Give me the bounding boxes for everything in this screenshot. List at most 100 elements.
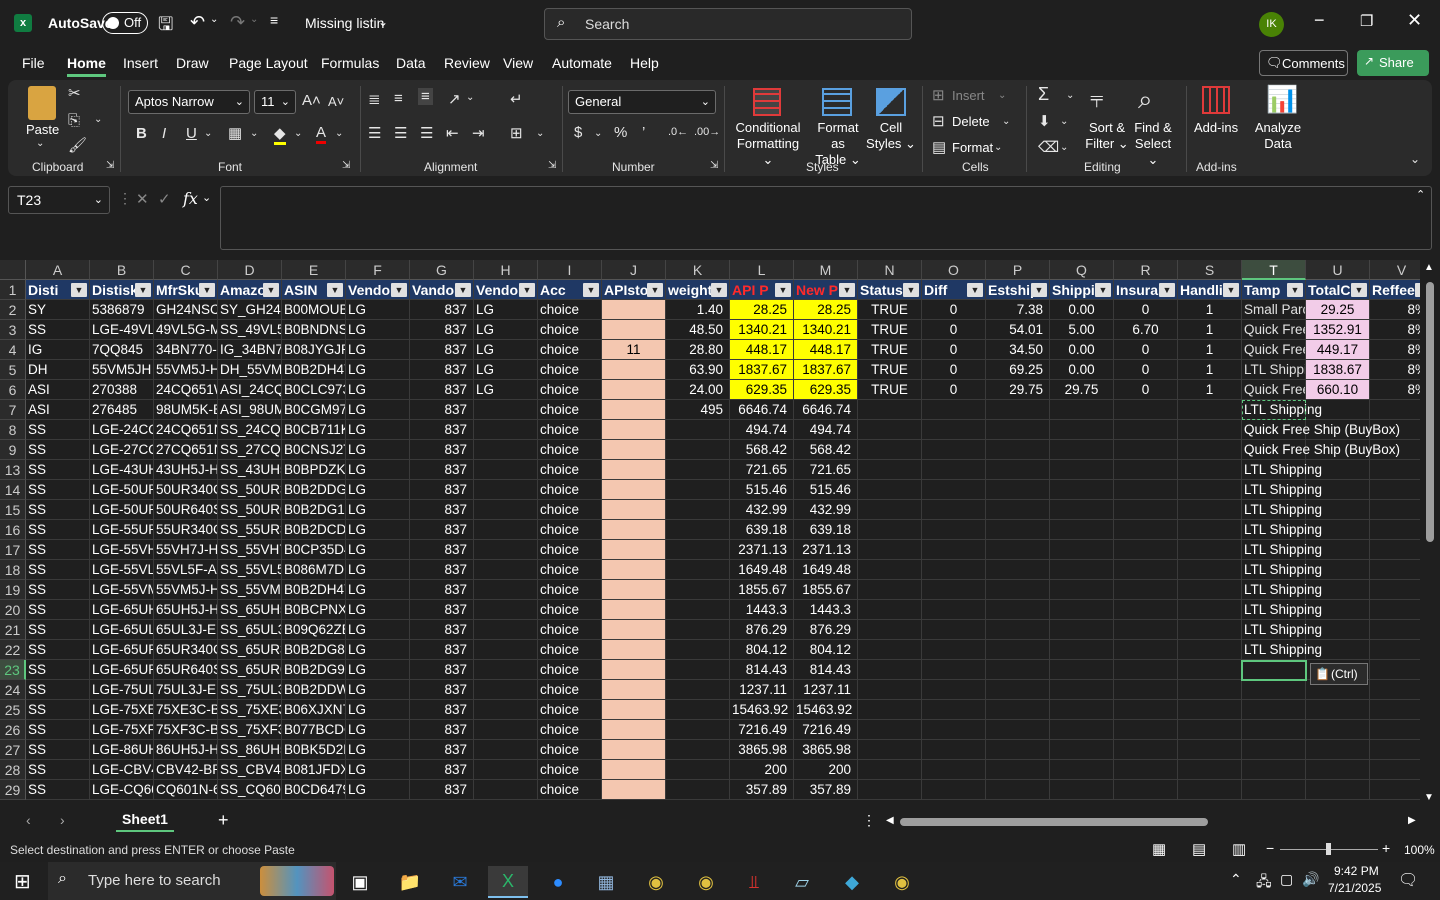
cell-V14[interactable] bbox=[1370, 480, 1420, 500]
column-header-F[interactable]: F bbox=[346, 260, 410, 280]
filter-dropdown-icon[interactable]: ▼ bbox=[519, 283, 535, 297]
cell-M23[interactable]: 814.43 bbox=[794, 660, 858, 680]
number-format-select[interactable]: General ⌄ bbox=[568, 90, 716, 114]
cell-B21[interactable]: LGE-65UL3 bbox=[90, 620, 154, 640]
cell-Q20[interactable] bbox=[1050, 600, 1114, 620]
show-hidden-icons[interactable]: ⌃ bbox=[1230, 871, 1242, 888]
cell-G20[interactable]: 837 bbox=[410, 600, 474, 620]
notepad-icon[interactable]: ▱ bbox=[782, 866, 822, 898]
cell-K7[interactable]: 495 bbox=[666, 400, 730, 420]
cell-A13[interactable]: SS bbox=[26, 460, 90, 480]
cell-I6[interactable]: choice bbox=[538, 380, 602, 400]
cell-P9[interactable] bbox=[986, 440, 1050, 460]
cell-F6[interactable]: LG bbox=[346, 380, 410, 400]
cell-O5[interactable]: 0 bbox=[922, 360, 986, 380]
cell-P22[interactable] bbox=[986, 640, 1050, 660]
cell-M20[interactable]: 1443.3 bbox=[794, 600, 858, 620]
cell-B5[interactable]: 55VM5JH bbox=[90, 360, 154, 380]
cell-A4[interactable]: IG bbox=[26, 340, 90, 360]
cell-C6[interactable]: 24CQ651W bbox=[154, 380, 218, 400]
autosum-icon[interactable]: Σ bbox=[1038, 84, 1049, 105]
cell-H16[interactable] bbox=[474, 520, 538, 540]
cell-D22[interactable]: SS_65UR34 bbox=[218, 640, 282, 660]
row-header-6[interactable]: 6 bbox=[0, 380, 26, 400]
cell-G29[interactable]: 837 bbox=[410, 780, 474, 800]
cell-T15[interactable]: LTL Shipping bbox=[1242, 500, 1322, 520]
cell-A3[interactable]: SS bbox=[26, 320, 90, 340]
merge-dropdown-icon[interactable]: ⌄ bbox=[536, 128, 544, 139]
cell-K16[interactable] bbox=[666, 520, 730, 540]
column-header-H[interactable]: H bbox=[474, 260, 538, 280]
cell-N15[interactable] bbox=[858, 500, 922, 520]
cell-K13[interactable] bbox=[666, 460, 730, 480]
cell-E9[interactable]: B0CNSJ2T bbox=[282, 440, 346, 460]
cell-P21[interactable] bbox=[986, 620, 1050, 640]
header-cell-D[interactable]: Amazo ▼ bbox=[218, 280, 282, 300]
cell-H21[interactable] bbox=[474, 620, 538, 640]
cell-V27[interactable] bbox=[1370, 740, 1420, 760]
minimize-icon[interactable]: − bbox=[1314, 10, 1325, 31]
cell-P18[interactable] bbox=[986, 560, 1050, 580]
undo-icon[interactable]: ↶ bbox=[190, 12, 205, 33]
cell-A14[interactable]: SS bbox=[26, 480, 90, 500]
filter-dropdown-icon[interactable]: ▼ bbox=[711, 283, 727, 297]
cell-G13[interactable]: 837 bbox=[410, 460, 474, 480]
row-header-1[interactable]: 1 bbox=[0, 280, 26, 300]
header-cell-M[interactable]: New P ▼ bbox=[794, 280, 858, 300]
cell-J15[interactable] bbox=[602, 500, 666, 520]
cell-J20[interactable] bbox=[602, 600, 666, 620]
cell-K22[interactable] bbox=[666, 640, 730, 660]
cell-V4[interactable]: 8% bbox=[1370, 340, 1420, 360]
scroll-up-icon[interactable]: ▲ bbox=[1424, 262, 1434, 273]
cell-M29[interactable]: 357.89 bbox=[794, 780, 858, 800]
cell-F4[interactable]: LG bbox=[346, 340, 410, 360]
cell-F2[interactable]: LG bbox=[346, 300, 410, 320]
cell-J18[interactable] bbox=[602, 560, 666, 580]
cell-L5[interactable]: 1837.67 bbox=[730, 360, 794, 380]
comments-button[interactable]: 🗨 Comments bbox=[1259, 50, 1348, 76]
cell-E19[interactable]: B0B2DH4Y bbox=[282, 580, 346, 600]
cell-K20[interactable] bbox=[666, 600, 730, 620]
cell-U2[interactable]: 29.25 bbox=[1306, 300, 1370, 320]
cell-U28[interactable] bbox=[1306, 760, 1370, 780]
cell-N29[interactable] bbox=[858, 780, 922, 800]
filter-dropdown-icon[interactable]: ▼ bbox=[1287, 283, 1303, 297]
cell-U29[interactable] bbox=[1306, 780, 1370, 800]
cell-G26[interactable]: 837 bbox=[410, 720, 474, 740]
cell-H3[interactable]: LG bbox=[474, 320, 538, 340]
cell-J9[interactable] bbox=[602, 440, 666, 460]
cell-P6[interactable]: 29.75 bbox=[986, 380, 1050, 400]
cell-E2[interactable]: B00MOUB bbox=[282, 300, 346, 320]
cell-C15[interactable]: 50UR640S bbox=[154, 500, 218, 520]
volume-icon[interactable]: 🔊 bbox=[1302, 871, 1319, 888]
notifications-icon[interactable]: 🗨 bbox=[1398, 870, 1418, 890]
tab-insert[interactable]: Insert bbox=[123, 55, 158, 71]
zoom-out-icon[interactable]: − bbox=[1266, 840, 1274, 856]
cell-O17[interactable] bbox=[922, 540, 986, 560]
cell-P3[interactable]: 54.01 bbox=[986, 320, 1050, 340]
cell-F24[interactable]: LG bbox=[346, 680, 410, 700]
cell-S6[interactable]: 1 bbox=[1178, 380, 1242, 400]
search-box[interactable]: ⌕ Search bbox=[544, 8, 912, 40]
cell-M4[interactable]: 448.17 bbox=[794, 340, 858, 360]
cell-D21[interactable]: SS_65UL3J bbox=[218, 620, 282, 640]
header-cell-B[interactable]: Distisk ▼ bbox=[90, 280, 154, 300]
cell-K23[interactable] bbox=[666, 660, 730, 680]
cell-N6[interactable]: TRUE bbox=[858, 380, 922, 400]
cell-K18[interactable] bbox=[666, 560, 730, 580]
increase-decimal-icon[interactable]: .0← bbox=[668, 126, 688, 138]
header-cell-L[interactable]: API P ▼ bbox=[730, 280, 794, 300]
cell-T9[interactable]: Quick Free Ship (BuyBox) bbox=[1242, 440, 1400, 460]
cell-F27[interactable]: LG bbox=[346, 740, 410, 760]
cell-V29[interactable] bbox=[1370, 780, 1420, 800]
cell-I25[interactable]: choice bbox=[538, 700, 602, 720]
prev-sheet-icon[interactable]: ‹ bbox=[26, 812, 31, 828]
header-cell-F[interactable]: Vendor ▼ bbox=[346, 280, 410, 300]
cell-D8[interactable]: SS_24CQ6 bbox=[218, 420, 282, 440]
cell-F28[interactable]: LG bbox=[346, 760, 410, 780]
align-middle-icon[interactable]: ≡ bbox=[394, 90, 403, 107]
cell-O26[interactable] bbox=[922, 720, 986, 740]
font-launcher-icon[interactable]: ⇲ bbox=[342, 160, 350, 171]
cell-C20[interactable]: 65UH5J-H bbox=[154, 600, 218, 620]
cell-B8[interactable]: LGE-24CQ6 bbox=[90, 420, 154, 440]
